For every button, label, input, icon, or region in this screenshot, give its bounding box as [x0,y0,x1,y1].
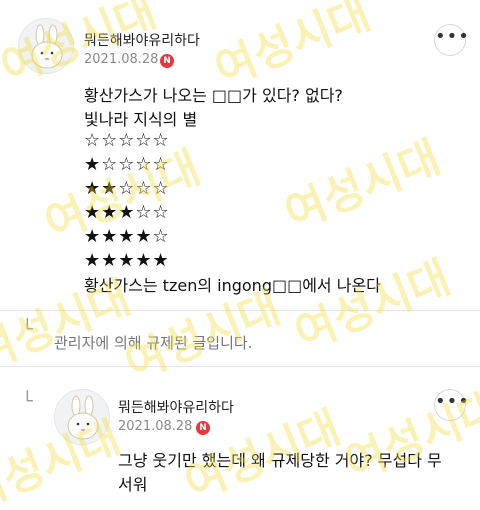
more-options-button[interactable]: ••• [434,24,469,56]
new-badge: N [196,421,210,435]
star-rating-row: ☆☆☆☆☆ [84,130,170,151]
comment-2: └ 뭐든해봐야유리하다 2021.08.28 N ••• 그냥 웃기만 했는데 … [0,367,480,510]
more-options-button[interactable]: ••• [434,389,469,421]
star-rating-row: ★★★☆☆ [84,202,170,223]
reply-arrow-icon: └ [22,319,33,340]
new-badge: N [160,54,174,68]
comment-line: 그냥 웃기만 했는데 왜 규제당한 거야? 무섭다 무 [118,451,442,470]
bunny-avatar-icon [67,395,99,440]
comment-line: 서워 [118,475,148,494]
deleted-notice: 관리자에 의해 규제된 글입니다. [54,334,253,352]
comment-date: 2021.08.28 [84,52,159,67]
deleted-comment: └ 관리자에 의해 규제된 글입니다. [0,311,480,365]
author-name[interactable]: 뭐든해봐야유리하다 [118,397,234,417]
avatar[interactable] [54,389,110,445]
comment-line: 황산가스는 tzen의 ingong□□에서 나온다 [84,276,381,295]
comment-line: 황산가스가 나오는 □□가 있다? 없다? [84,86,343,105]
avatar[interactable] [18,18,74,74]
author-name[interactable]: 뭐든해봐야유리하다 [84,30,200,50]
star-rating-row: ★★★★★ [84,250,170,271]
bunny-avatar-icon [31,24,63,69]
star-rating-row: ★★★★☆ [84,226,170,247]
star-rating-row: ★☆☆☆☆ [84,154,170,175]
star-rating-row: ★★☆☆☆ [84,178,170,199]
comment-line: 빛나라 지식의 별 [84,110,198,129]
comment-date: 2021.08.28 [118,419,193,434]
reply-arrow-icon: └ [22,391,33,412]
comment-1: 뭐든해봐야유리하다 2021.08.28 N ••• 황산가스가 나오는 □□가… [0,0,480,310]
